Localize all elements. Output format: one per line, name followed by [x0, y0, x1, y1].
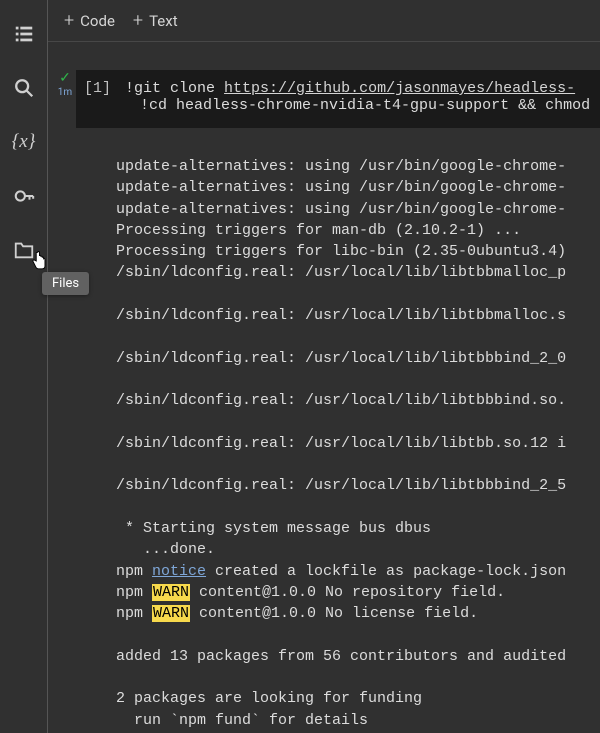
search-icon[interactable]	[12, 76, 36, 100]
output-line: /sbin/ldconfig.real: /usr/local/lib/libt…	[116, 477, 566, 494]
npm-notice-tag: notice	[152, 563, 206, 580]
output-line: /sbin/ldconfig.real: /usr/local/lib/libt…	[116, 392, 566, 409]
output-line: added 13 packages from 56 contributors a…	[116, 648, 566, 665]
cell-status: ✓ 1m	[54, 70, 76, 99]
output-line: npm notice created a lockfile as package…	[116, 563, 566, 580]
add-text-label: Text	[149, 12, 178, 30]
code-box[interactable]: [1] !git clone https://github.com/jasonm…	[76, 70, 600, 128]
code-line: !git clone https://github.com/jasonmayes…	[125, 80, 575, 97]
add-text-button[interactable]: + Text	[133, 12, 178, 30]
files-tooltip: Files	[42, 272, 89, 295]
plus-icon: +	[133, 12, 143, 30]
output-line: run `npm fund` for details	[116, 712, 368, 729]
exec-time: 1m	[54, 87, 76, 99]
secrets-icon[interactable]	[12, 184, 36, 208]
code-line: !cd headless-chrome-nvidia-t4-gpu-suppor…	[76, 97, 600, 114]
code-cell[interactable]: ✓ 1m [1] !git clone https://github.com/j…	[48, 70, 600, 128]
check-icon: ✓	[54, 70, 76, 87]
output-line: update-alternatives: using /usr/bin/goog…	[116, 158, 566, 175]
output-line: /sbin/ldconfig.real: /usr/local/lib/libt…	[116, 264, 566, 281]
output-line: /sbin/ldconfig.real: /usr/local/lib/libt…	[116, 435, 566, 452]
output-line: npm WARN content@1.0.0 No repository fie…	[116, 584, 505, 601]
cell-index: [1]	[76, 80, 125, 97]
cell-area: ✓ 1m [1] !git clone https://github.com/j…	[48, 42, 600, 733]
output-line: Processing triggers for libc-bin (2.35-0…	[116, 243, 566, 260]
main: + Code + Text ✓ 1m [1] !git clone https:…	[48, 0, 600, 733]
add-code-label: Code	[80, 12, 115, 30]
output-line: update-alternatives: using /usr/bin/goog…	[116, 201, 566, 218]
output-line: 2 packages are looking for funding	[116, 690, 422, 707]
output-line: /sbin/ldconfig.real: /usr/local/lib/libt…	[116, 307, 566, 324]
files-icon[interactable]	[12, 238, 36, 262]
sidebar: {x}	[0, 0, 48, 733]
output-line: ...done.	[116, 541, 215, 558]
npm-warn-tag: WARN	[152, 605, 190, 622]
toolbar: + Code + Text	[48, 0, 600, 42]
add-code-button[interactable]: + Code	[64, 12, 115, 30]
variables-icon[interactable]: {x}	[12, 130, 36, 154]
npm-warn-tag: WARN	[152, 584, 190, 601]
output-line: * Starting system message bus dbus	[116, 520, 431, 537]
output-line: npm WARN content@1.0.0 No license field.	[116, 605, 478, 622]
plus-icon: +	[64, 12, 74, 30]
output-line: /sbin/ldconfig.real: /usr/local/lib/libt…	[116, 350, 566, 367]
output-line: Processing triggers for man-db (2.10.2-1…	[116, 222, 521, 239]
output-line: update-alternatives: using /usr/bin/goog…	[116, 179, 566, 196]
cell-output: update-alternatives: using /usr/bin/goog…	[48, 128, 600, 731]
toc-icon[interactable]	[12, 22, 36, 46]
